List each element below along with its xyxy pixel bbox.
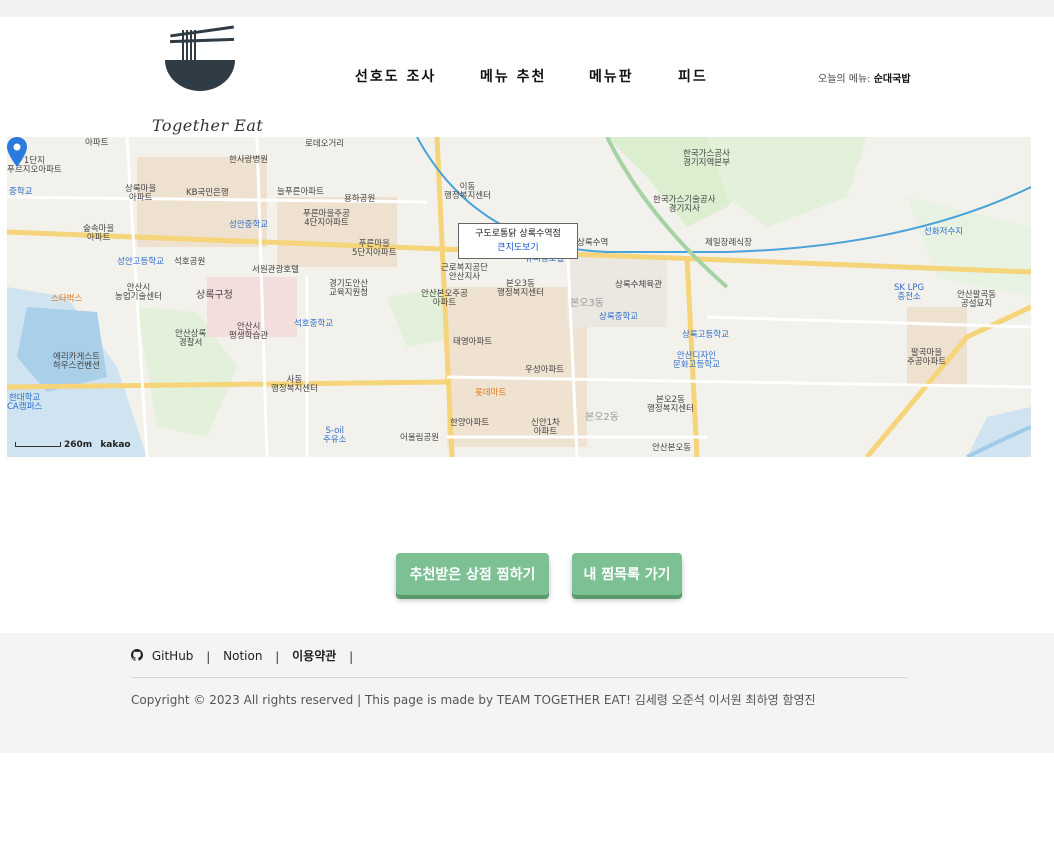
separator: |	[275, 649, 280, 664]
map-label: 석호중학교	[294, 319, 334, 329]
map-scale: 260m kakao	[15, 440, 131, 450]
today-menu-value: 순대국밥	[873, 74, 911, 85]
map-label: 성안고등학교	[117, 257, 164, 267]
map-label: 로데오거리	[305, 139, 345, 149]
map-label: 신안1차 아파트	[531, 418, 560, 438]
map-label: 한사랑병원	[229, 155, 269, 165]
map-label: 이동 행정복지센터	[444, 182, 491, 202]
map-label: 상록마을 아파트	[125, 184, 157, 204]
map-pin-icon[interactable]	[7, 137, 27, 167]
noodle-bowl-icon	[165, 25, 235, 91]
map-label: 상록수체육관	[615, 280, 662, 290]
map-label: 용하공원	[344, 194, 376, 204]
map-label: 숲속마을 아파트	[83, 224, 115, 244]
map-label: 한대학교 CA캠퍼스	[7, 393, 43, 413]
my-dibs-list-button[interactable]: 내 찜목록 가기	[572, 553, 682, 595]
place-name: 구도로통닭 상록수역점	[475, 229, 561, 239]
notion-link[interactable]: Notion	[223, 649, 262, 663]
map-label: 본오2동 행정복지센터	[647, 395, 694, 415]
scale-label: 260m	[64, 440, 93, 450]
map-label: 본오2동	[585, 412, 619, 423]
map-label: 아파트	[85, 138, 109, 148]
map-label: 성안중학교	[229, 220, 269, 230]
dibs-store-button[interactable]: 추천받은 상점 찜하기	[396, 553, 549, 595]
map-label: 상록고등학교	[682, 330, 729, 340]
nav-preference-survey[interactable]: 선호도 조사	[355, 66, 436, 86]
map-label: 어울림공원	[400, 433, 440, 443]
map-label: 우성아파트	[525, 365, 565, 375]
top-strip	[0, 0, 1054, 17]
nav-menu-board[interactable]: 메뉴판	[589, 66, 634, 86]
map-label: 안산상록 경찰서	[175, 329, 207, 349]
map-label: 제일장례식장	[705, 238, 752, 248]
map-label: 사동 행정복지센터	[271, 375, 318, 395]
nav-menu-recommend[interactable]: 메뉴 추천	[480, 66, 546, 86]
nav-feed[interactable]: 피드	[678, 66, 708, 86]
terms-link[interactable]: 이용약관	[292, 649, 336, 663]
copyright: Copyright © 2023 All rights reserved | T…	[131, 693, 816, 707]
map-infowindow: 구도로통닭 상록수역점 큰지도보기	[458, 223, 578, 259]
footer-divider	[131, 677, 907, 678]
map-label: 한양아파트	[450, 418, 490, 428]
map-label: 상록중학교	[599, 312, 639, 322]
map-label: 안산시 농업기술센터	[115, 283, 162, 303]
map-label: SK LPG 충전소	[894, 283, 925, 303]
map-label: 안산시 평생학습관	[229, 322, 269, 342]
footer-links: GitHub | Notion | 이용약관 |	[131, 647, 362, 664]
scale-bar	[15, 442, 61, 447]
map-label: 태영아파트	[453, 337, 493, 347]
kakao-logo: kakao	[100, 440, 131, 450]
map-label: 롯데마트	[475, 388, 507, 398]
github-link[interactable]: GitHub	[152, 649, 194, 663]
big-map-link[interactable]: 큰지도보기	[459, 241, 577, 255]
map-label: 안산본오동	[652, 443, 692, 453]
map-label: 본오3동	[570, 298, 604, 309]
map-label: 스타벅스	[51, 294, 83, 304]
map-label: 안산본오주공 아파트	[421, 289, 468, 309]
map-label: S-oil 주유소	[323, 426, 347, 446]
map-label: 팔곡마을 주공아파트	[907, 348, 947, 368]
logo[interactable]: Together Eat	[150, 22, 263, 140]
footer: GitHub | Notion | 이용약관 | Copyright © 202…	[0, 633, 1054, 753]
map-label: 에리카게스트 하우스컨벤션	[53, 352, 100, 372]
map-label: 석호공원	[174, 257, 206, 267]
separator: |	[349, 649, 354, 664]
map-label: KB국민은행	[186, 188, 229, 198]
map-label: 경기도안산 교육지원청	[329, 279, 369, 299]
map-label: 한국가스공사 경기지역본부	[683, 149, 730, 169]
map-label: 서원관광호텔	[252, 265, 299, 275]
map-label: 안산팔곡동 공설묘지	[957, 290, 997, 310]
map-label: 본오3동 행정복지센터	[497, 279, 544, 299]
map-label: 푸른마을 5단지아파트	[352, 239, 397, 259]
map-view[interactable]: 아파트 한사랑병원 로데오거리 이동 행정복지센터 한국가스공사 경기지역본부 …	[7, 137, 1031, 457]
map-label: 한국가스기술공사 경기지사	[653, 195, 716, 215]
map-label: 근로복지공단 안산지사	[441, 263, 488, 283]
map-label: 상록구청	[196, 290, 233, 301]
map-label: 상록수역	[577, 238, 609, 248]
today-menu: 오늘의 메뉴: 순대국밥	[818, 70, 911, 85]
today-menu-label: 오늘의 메뉴:	[818, 74, 874, 85]
map-label: 안산디자인 문화고등학교	[673, 351, 720, 371]
separator: |	[206, 649, 211, 664]
map-label: 중학교	[9, 187, 33, 197]
github-icon	[131, 649, 143, 664]
map-label: 선화저수지	[924, 227, 964, 237]
map-label: 늘푸른아파트	[277, 187, 324, 197]
logo-wordmark: Together Eat	[152, 116, 264, 135]
map-label: 푸른마을주공 4단지아파트	[303, 209, 350, 229]
